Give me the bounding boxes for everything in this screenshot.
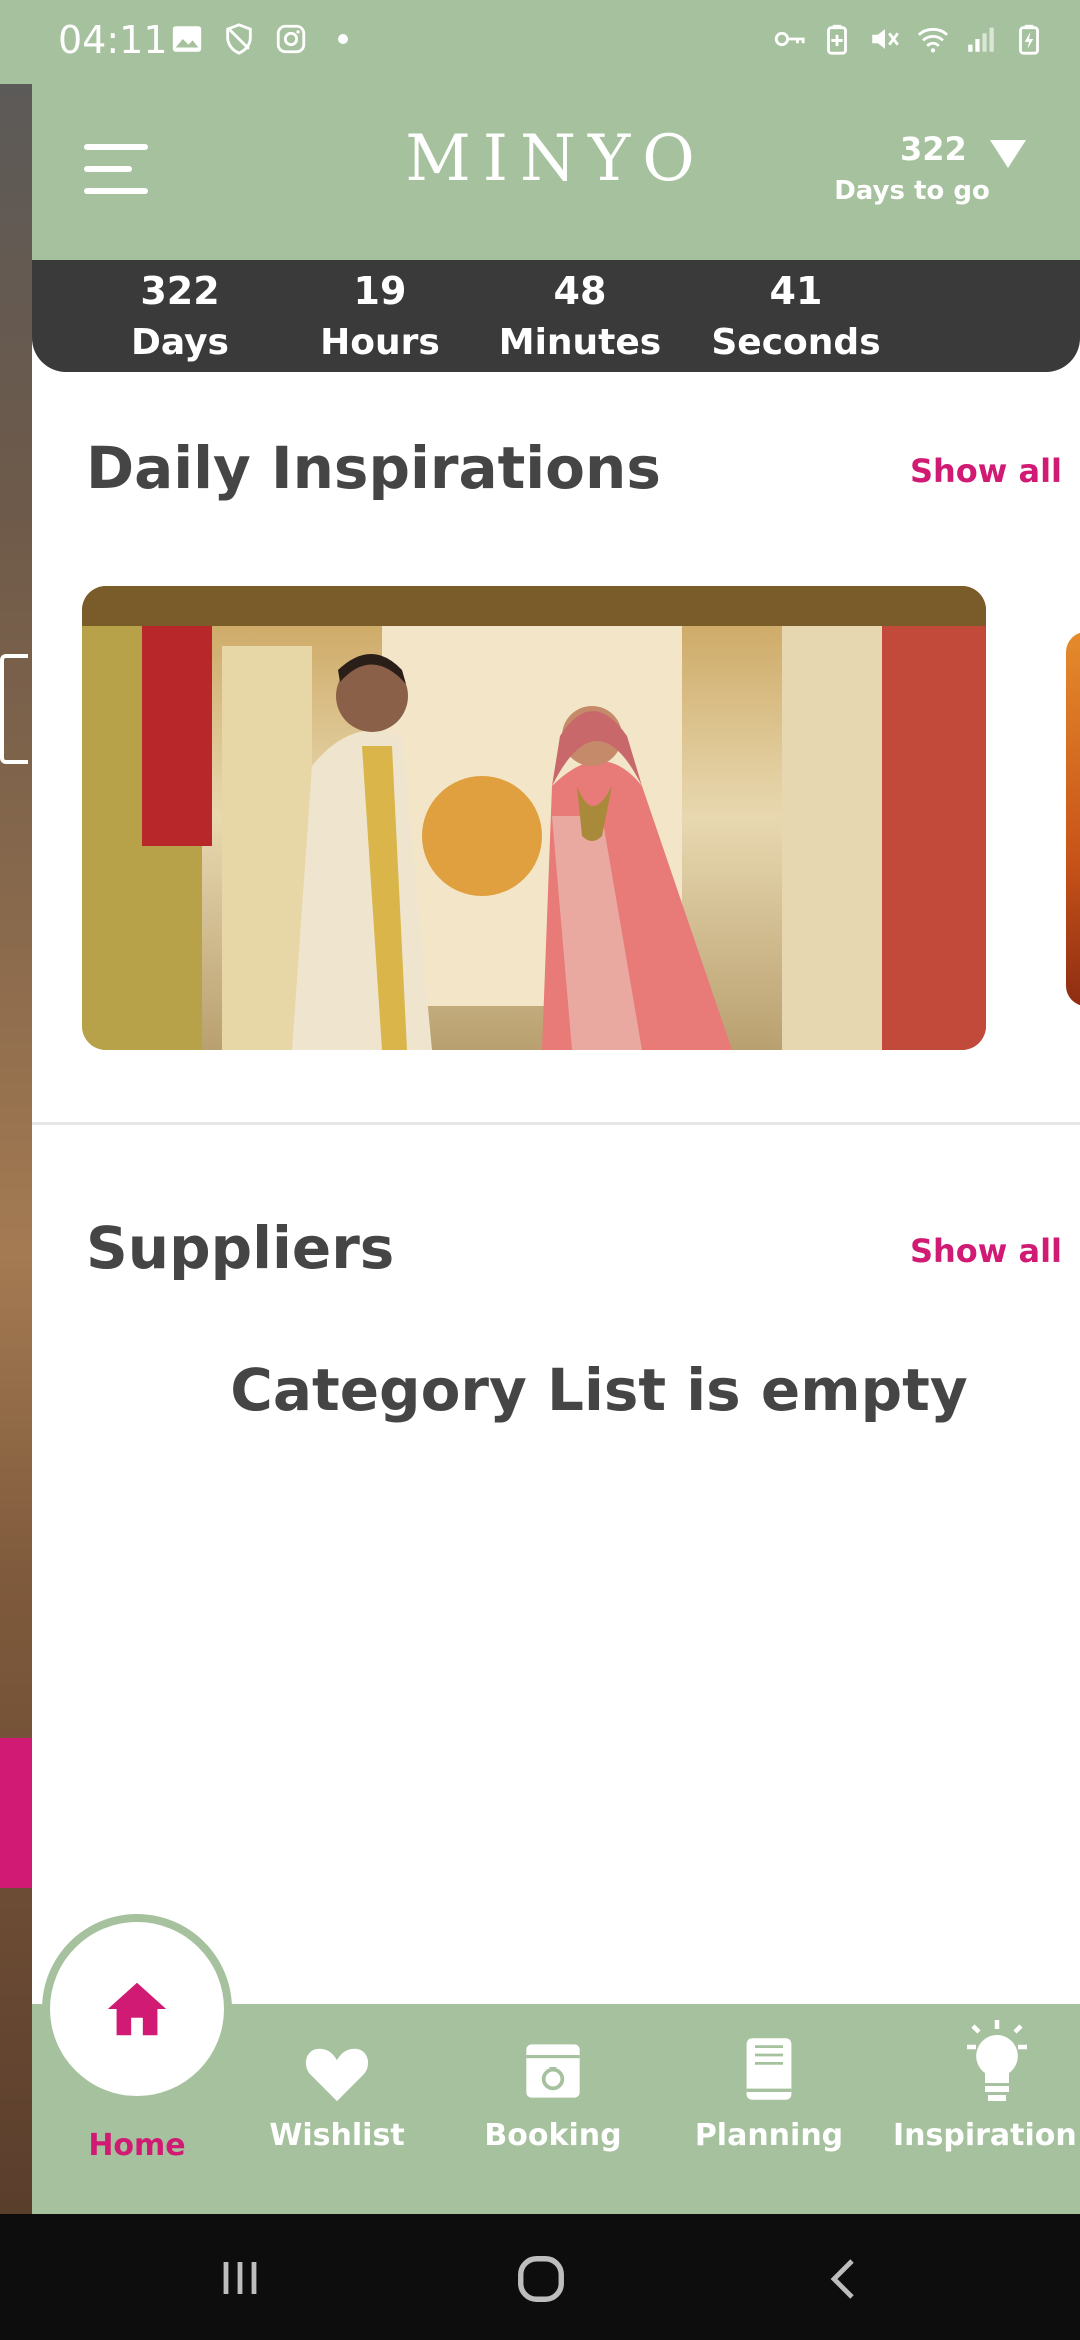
booking-icon [526,2044,580,2098]
nav-inspiration-label: Inspiration [893,2118,1077,2153]
back-icon[interactable] [820,2252,868,2306]
countdown-minutes: 48 Minutes [480,266,680,370]
countdown-seconds: 41 Seconds [696,266,896,370]
dropdown-triangle-icon[interactable] [990,140,1026,168]
inspirations-show-all-link[interactable]: Show all [910,452,1062,490]
nav-booking[interactable]: Booking [453,2024,653,2153]
countdown-days-value: 322 [140,269,220,313]
suppliers-show-all-link[interactable]: Show all [910,1232,1062,1270]
peek-pink-block [0,1738,32,1888]
countdown-seconds-value: 41 [769,269,823,313]
empty-category-message: Category List is empty [230,1356,968,1424]
signal-icon [968,27,994,52]
book-icon [746,2038,792,2100]
home-icon [107,1982,167,2036]
shield-icon [226,23,252,55]
nav-home-label: Home [88,2128,186,2163]
nav-inspiration[interactable]: Inspiration [887,2020,1080,2153]
status-time: 04:11 [58,18,168,62]
countdown-bar: 322 Days 19 Hours 48 Minutes 41 Seconds [32,260,1080,372]
status-bar: 04:11 [0,0,1080,84]
app-screen: 04:11 MINYO 322 Days to go 322 Days 19 H… [0,0,1080,2340]
days-to-go-label: Days to go [834,176,990,206]
countdown-seconds-label: Seconds [711,322,881,363]
nav-wishlist[interactable]: Wishlist [237,2024,437,2153]
countdown-minutes-label: Minutes [498,322,662,363]
peek-frame [0,654,28,764]
background-screen-peek [0,84,32,2214]
next-inspiration-card[interactable] [1066,632,1080,1006]
inspiration-photo [82,586,986,1050]
lightbulb-icon [967,2020,1027,2101]
battery-saver-icon [827,24,847,55]
instagram-icon [276,24,306,54]
inspirations-title: Daily Inspirations [86,434,661,502]
nav-planning-label: Planning [694,2118,844,2153]
home-nav-bubble[interactable] [42,1914,232,2104]
suppliers-title: Suppliers [86,1214,395,1282]
countdown-hours-label: Hours [320,322,440,363]
inspiration-card[interactable] [82,586,986,1050]
countdown-days: 322 Days [80,266,280,370]
nav-booking-label: Booking [484,2118,622,2153]
days-to-go-count: 322 [900,130,967,168]
battery-icon [1019,24,1039,55]
heart-icon [305,2048,369,2102]
section-divider [32,1122,1080,1125]
nav-planning[interactable]: Planning [669,2024,869,2153]
nav-wishlist-label: Wishlist [269,2118,405,2153]
countdown-days-label: Days [131,322,229,363]
app-header: MINYO 322 Days to go [32,84,1080,260]
home-panel: MINYO 322 Days to go 322 Days 19 Hours 4… [32,84,1080,2214]
vpn-key-icon [774,31,805,47]
countdown-hours-value: 19 [353,269,407,313]
gallery-icon [172,26,202,52]
home-system-icon[interactable] [514,2252,568,2306]
countdown-minutes-value: 48 [553,269,607,313]
countdown-hours: 19 Hours [280,266,480,370]
recent-apps-icon[interactable] [216,2254,264,2302]
dot-icon [338,34,348,44]
system-navigation-bar [0,2214,1080,2340]
wifi-icon [917,27,949,53]
mute-icon [872,29,899,49]
nav-home[interactable]: Home [37,2114,237,2163]
